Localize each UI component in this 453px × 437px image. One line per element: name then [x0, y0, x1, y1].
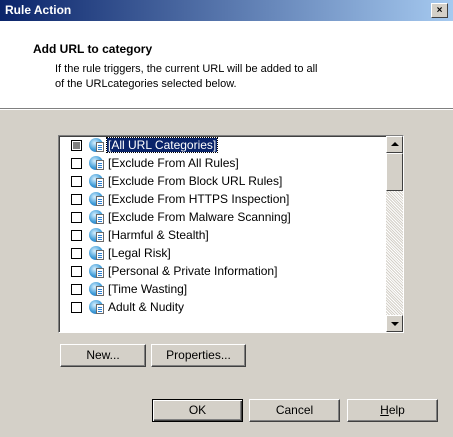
list-item-label: [Exclude From Block URL Rules]: [108, 174, 283, 188]
list-item-label: [Personal & Private Information]: [108, 264, 278, 278]
category-checkbox[interactable]: [71, 194, 82, 205]
url-category-list[interactable]: [All URL Categories] [Exclude From All R…: [58, 135, 404, 333]
help-label-rest: elp: [388, 403, 405, 417]
category-checkbox[interactable]: [71, 230, 82, 241]
category-checkbox[interactable]: [71, 140, 82, 151]
help-hotkey: H: [380, 403, 389, 417]
list-item-label: [Exclude From HTTPS Inspection]: [108, 192, 290, 206]
list-item[interactable]: [All URL Categories]: [59, 136, 385, 154]
list-item-label: [Exclude From Malware Scanning]: [108, 210, 291, 224]
document-icon: [96, 160, 104, 170]
document-icon: [96, 214, 104, 224]
list-item-label: [Legal Risk]: [108, 246, 171, 260]
vertical-scrollbar[interactable]: [386, 136, 403, 332]
list-item-label: [Exclude From All Rules]: [108, 156, 239, 170]
document-icon: [96, 178, 104, 188]
close-button[interactable]: ×: [431, 3, 448, 18]
url-category-items: [All URL Categories] [Exclude From All R…: [59, 136, 385, 332]
category-checkbox[interactable]: [71, 284, 82, 295]
document-icon: [96, 304, 104, 314]
header-panel: Add URL to category If the rule triggers…: [0, 21, 453, 109]
list-item[interactable]: [Harmful & Stealth]: [59, 226, 385, 244]
scroll-thumb[interactable]: [386, 153, 403, 191]
category-checkbox[interactable]: [71, 212, 82, 223]
list-item[interactable]: [Time Wasting]: [59, 280, 385, 298]
ok-button[interactable]: OK: [152, 399, 243, 422]
scroll-down-icon[interactable]: [386, 315, 403, 332]
scroll-up-icon[interactable]: [386, 136, 403, 153]
header-separator: [0, 109, 453, 110]
header-description-line2: of the URLcategories selected below.: [55, 78, 237, 90]
category-checkbox[interactable]: [71, 158, 82, 169]
list-item-label: Adult & Nudity: [108, 300, 185, 314]
category-checkbox[interactable]: [71, 176, 82, 187]
document-icon: [96, 268, 104, 278]
document-icon: [96, 250, 104, 260]
properties-button[interactable]: Properties...: [151, 344, 246, 367]
document-icon: [96, 142, 104, 152]
new-button[interactable]: New...: [60, 344, 146, 367]
document-icon: [96, 286, 104, 296]
list-item-label: [All URL Categories]: [105, 137, 219, 153]
list-item[interactable]: Adult & Nudity: [59, 298, 385, 316]
list-item[interactable]: [Exclude From Malware Scanning]: [59, 208, 385, 226]
close-icon: ×: [436, 5, 443, 16]
list-item[interactable]: [Exclude From Block URL Rules]: [59, 172, 385, 190]
list-item[interactable]: [Exclude From All Rules]: [59, 154, 385, 172]
list-item-label: [Harmful & Stealth]: [108, 228, 209, 242]
cancel-button[interactable]: Cancel: [249, 399, 340, 422]
document-icon: [96, 196, 104, 206]
list-item[interactable]: [Exclude From HTTPS Inspection]: [59, 190, 385, 208]
category-checkbox[interactable]: [71, 302, 82, 313]
title-bar: Rule Action ×: [0, 0, 453, 21]
category-checkbox[interactable]: [71, 248, 82, 259]
header-description-line1: If the rule triggers, the current URL wi…: [55, 63, 318, 75]
list-item[interactable]: [Personal & Private Information]: [59, 262, 385, 280]
header-title: Add URL to category: [33, 42, 153, 56]
window-title: Rule Action: [5, 3, 72, 17]
list-item-label: [Time Wasting]: [108, 282, 188, 296]
document-icon: [96, 232, 104, 242]
list-item[interactable]: [Legal Risk]: [59, 244, 385, 262]
category-checkbox[interactable]: [71, 266, 82, 277]
help-button[interactable]: Help: [347, 399, 438, 422]
